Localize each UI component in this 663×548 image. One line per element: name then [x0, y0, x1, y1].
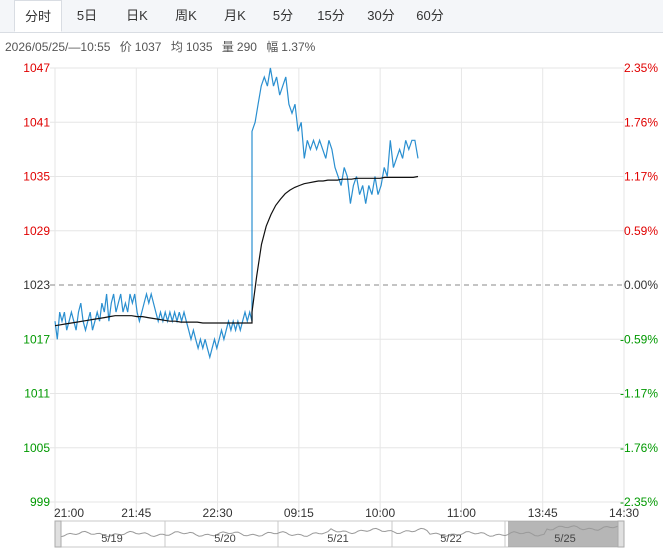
price-line [54, 67, 419, 360]
y-tick-label-right: 0.59% [624, 224, 658, 238]
y-tick-label-left: 1023 [23, 278, 50, 292]
navigator-date-label: 5/25 [554, 533, 575, 545]
y-tick-label-right: 1.17% [624, 170, 658, 184]
y-tick-label-left: 1005 [23, 441, 50, 455]
y-tick-label-right: 0.00% [624, 278, 658, 292]
navigator-handle-right[interactable] [617, 520, 625, 548]
average-price-line [54, 175, 419, 327]
y-tick-label-left: 1047 [23, 61, 50, 75]
navigator-handle-left[interactable] [54, 520, 62, 548]
x-tick-label: 14:30 [609, 506, 639, 520]
y-tick-label-right: -1.17% [620, 387, 658, 401]
x-tick-label: 10:00 [365, 506, 395, 520]
x-tick-label: 21:45 [121, 506, 151, 520]
y-tick-label-left: 1035 [23, 170, 50, 184]
y-tick-label-right: 1.76% [624, 115, 658, 129]
x-tick-label: 09:15 [284, 506, 314, 520]
x-tick-label: 21:00 [54, 506, 84, 520]
x-tick-label: 22:30 [203, 506, 233, 520]
y-tick-label-right: -1.76% [620, 441, 658, 455]
navigator-date-label: 5/22 [440, 533, 461, 545]
y-tick-label-right: 2.35% [624, 61, 658, 75]
navigator-date-label: 5/20 [214, 533, 235, 545]
navigator-date-label: 5/21 [327, 533, 348, 545]
navigator-date-label: 5/19 [101, 533, 122, 545]
y-tick-label-right: -0.59% [620, 332, 658, 346]
intraday-chart[interactable]: 1047 2.35% 1041 1.76% 1035 1.17% 1029 0.59% 1023… [0, 0, 663, 548]
y-tick-label-left: 1017 [23, 332, 50, 346]
y-tick-label-left: 1041 [23, 115, 50, 129]
x-tick-label: 13:45 [528, 506, 558, 520]
y-tick-label-left: 999 [30, 495, 50, 509]
y-tick-label-left: 1011 [24, 387, 50, 401]
x-tick-label: 11:00 [447, 506, 476, 520]
y-tick-label-left: 1029 [23, 224, 50, 238]
